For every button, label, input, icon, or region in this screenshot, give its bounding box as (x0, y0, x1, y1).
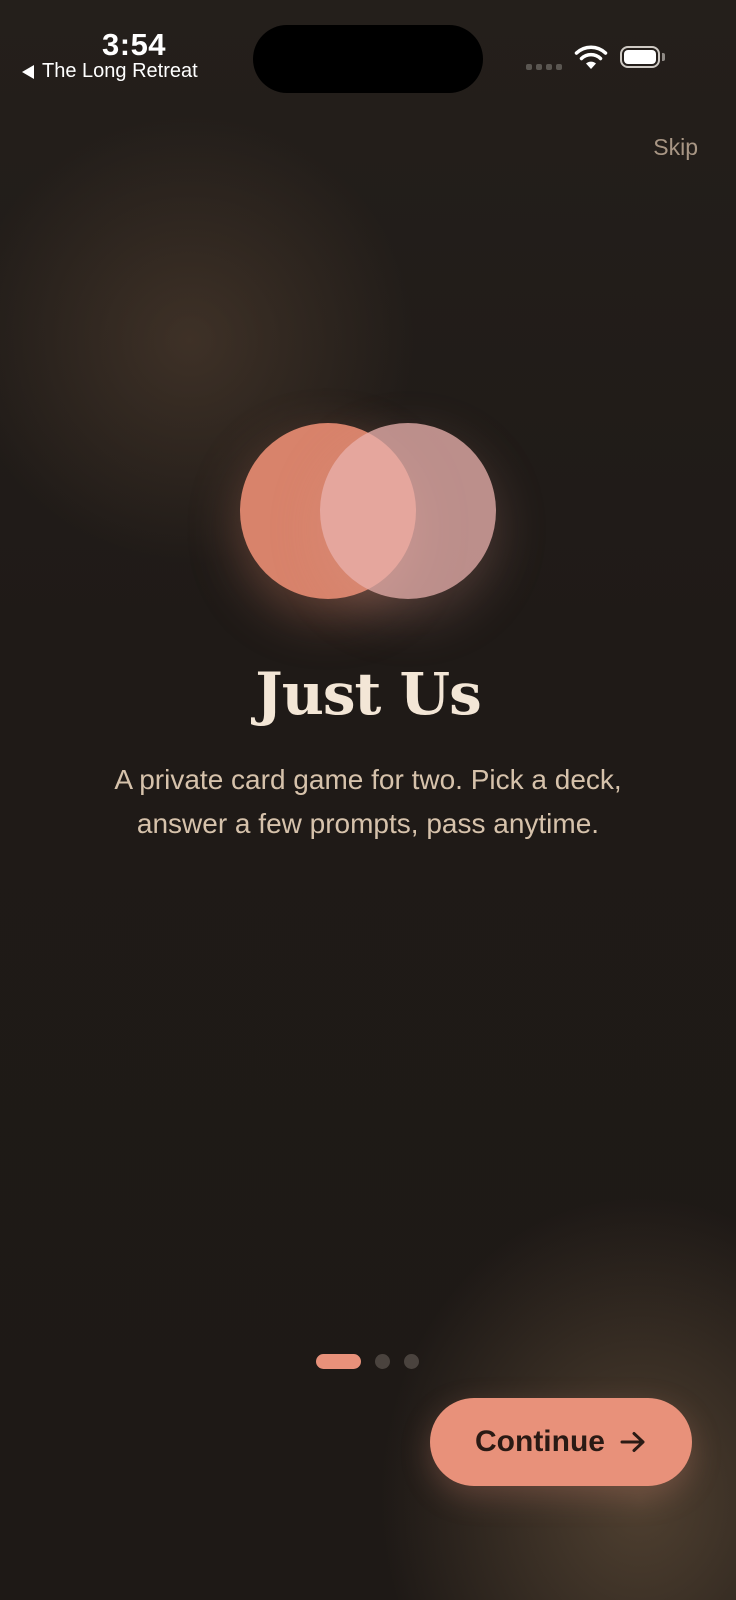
wifi-icon (574, 45, 608, 69)
back-app-label: The Long Retreat (42, 60, 198, 82)
logo-circle-right (320, 423, 496, 599)
onboarding-screen: 3:54 The Long Retreat Skip Just Us A pri… (0, 0, 736, 1600)
page-dot-1[interactable] (316, 1354, 361, 1369)
skip-button[interactable]: Skip (653, 134, 698, 161)
arrow-right-icon (620, 1432, 645, 1452)
back-to-app-link[interactable]: The Long Retreat (22, 60, 198, 83)
page-title: Just Us (255, 660, 481, 728)
status-time: 3:54 (102, 27, 167, 62)
status-bar: 3:54 The Long Retreat (0, 0, 736, 110)
signal-icon (526, 64, 562, 70)
continue-button[interactable]: Continue (430, 1398, 692, 1486)
page-indicator (316, 1354, 419, 1369)
page-dot-2[interactable] (375, 1354, 390, 1369)
continue-label: Continue (475, 1425, 605, 1458)
page-dot-3[interactable] (404, 1354, 419, 1369)
back-triangle-icon (22, 64, 34, 79)
battery-icon (620, 46, 666, 70)
dynamic-island (253, 25, 483, 93)
logo-circles (236, 420, 500, 600)
page-subtitle: A private card game for two. Pick a deck… (114, 764, 622, 839)
